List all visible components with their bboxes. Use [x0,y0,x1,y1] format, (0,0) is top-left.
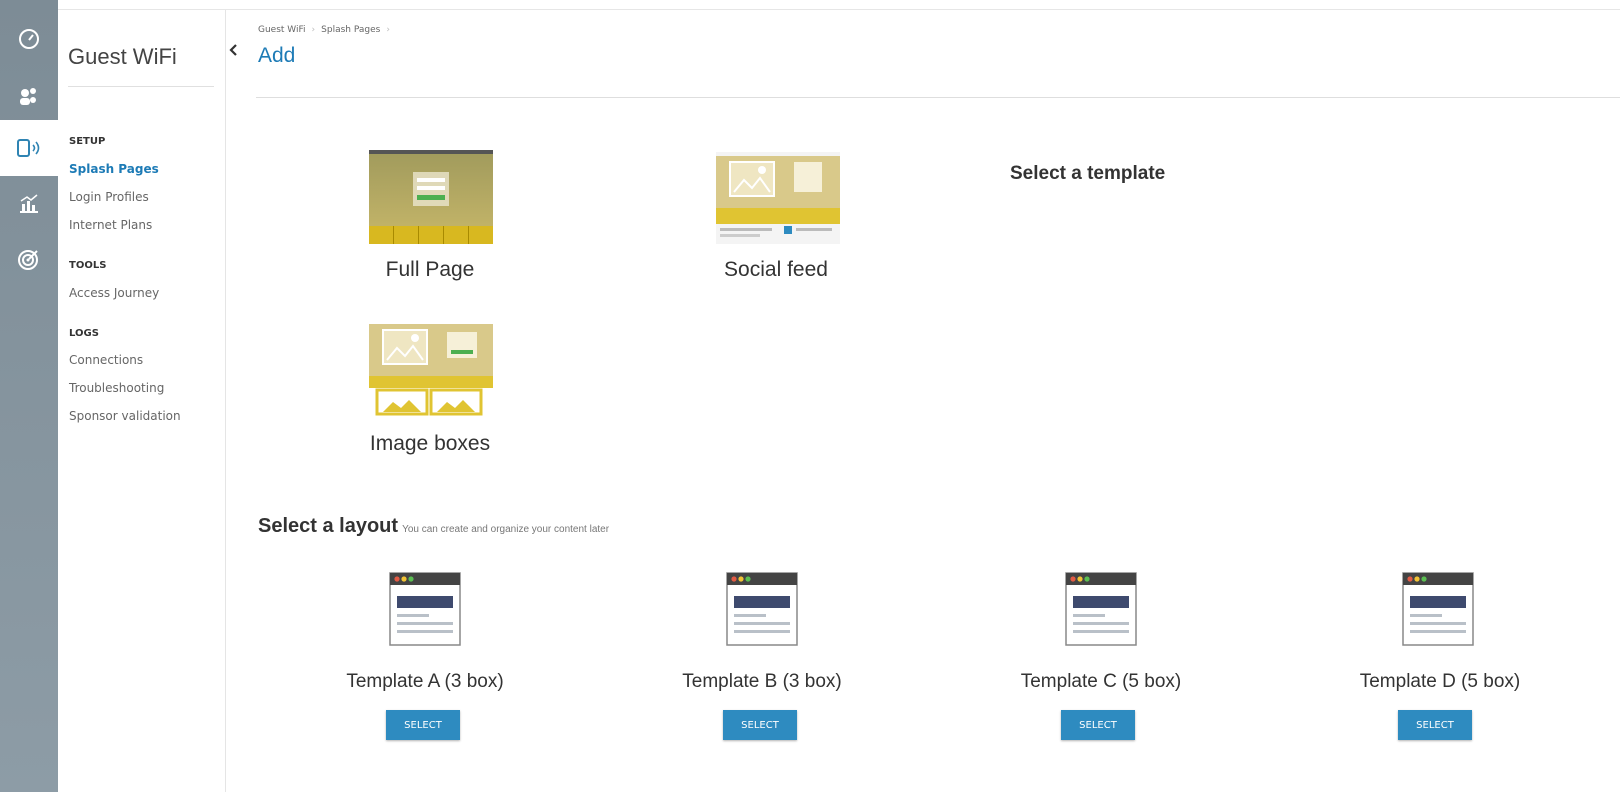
select-layout-b-button[interactable]: SELECT [723,710,797,740]
template-social-feed-label[interactable]: Social feed [666,258,886,282]
layout-b-icon[interactable] [726,572,798,646]
template-image-boxes-label[interactable]: Image boxes [320,432,540,456]
target-icon[interactable] [14,244,44,274]
layout-c-label: Template C (5 box) [1020,671,1182,692]
layout-d-label: Template D (5 box) [1359,671,1521,692]
nav-item-internet-plans[interactable]: Internet Plans [69,218,152,232]
nav-item-splash-pages[interactable]: Splash Pages [69,162,159,176]
top-bar [58,0,1620,10]
template-full-page-thumbnail[interactable] [369,150,493,244]
nav-item-sponsor-validation[interactable]: Sponsor validation [69,409,181,423]
template-social-feed-thumbnail[interactable] [716,152,840,246]
nav-item-login-profiles[interactable]: Login Profiles [69,190,149,204]
select-layout-c-button[interactable]: SELECT [1061,710,1135,740]
template-image-boxes-thumbnail[interactable] [369,324,493,418]
dashboard-gauge-icon[interactable] [14,24,44,54]
icon-rail [0,0,58,792]
nav-item-access-journey[interactable]: Access Journey [69,286,159,300]
select-template-heading: Select a template [1010,163,1166,184]
breadcrumb: Guest WiFi › Splash Pages › [258,25,390,35]
section-title: Guest WiFi [68,44,177,69]
layout-heading-subtitle: You can create and organize your content… [402,524,610,535]
layout-d-icon[interactable] [1402,572,1474,646]
nav-item-troubleshooting[interactable]: Troubleshooting [69,381,164,395]
breadcrumb-guest-wifi[interactable]: Guest WiFi [258,25,306,35]
chevron-left-icon [229,44,237,56]
divider [68,86,214,87]
nav-heading-setup: SETUP [69,136,106,147]
wifi-device-icon[interactable] [0,120,58,176]
layout-b-label: Template B (3 box) [682,671,842,692]
breadcrumb-splash-pages[interactable]: Splash Pages [321,25,380,35]
template-full-page-label[interactable]: Full Page [320,258,540,282]
users-group-icon[interactable] [14,82,44,112]
collapse-sidebar-button[interactable] [226,38,240,62]
divider [256,97,1620,98]
nav-heading-tools: TOOLS [69,260,107,271]
select-layout-a-button[interactable]: SELECT [386,710,460,740]
nav-heading-logs: LOGS [69,328,99,339]
layout-a-label: Template A (3 box) [346,671,504,692]
layout-heading-title: Select a layout [258,515,399,537]
select-layout-heading: Select a layout You can create and organi… [258,515,609,538]
page-title: Add [258,44,296,67]
analytics-chart-icon[interactable] [14,188,44,218]
layout-a-icon[interactable] [389,572,461,646]
layout-c-icon[interactable] [1065,572,1137,646]
select-layout-d-button[interactable]: SELECT [1398,710,1472,740]
secondary-nav: Guest WiFi SETUP Splash Pages Login Prof… [58,10,226,792]
nav-item-connections[interactable]: Connections [69,353,143,367]
